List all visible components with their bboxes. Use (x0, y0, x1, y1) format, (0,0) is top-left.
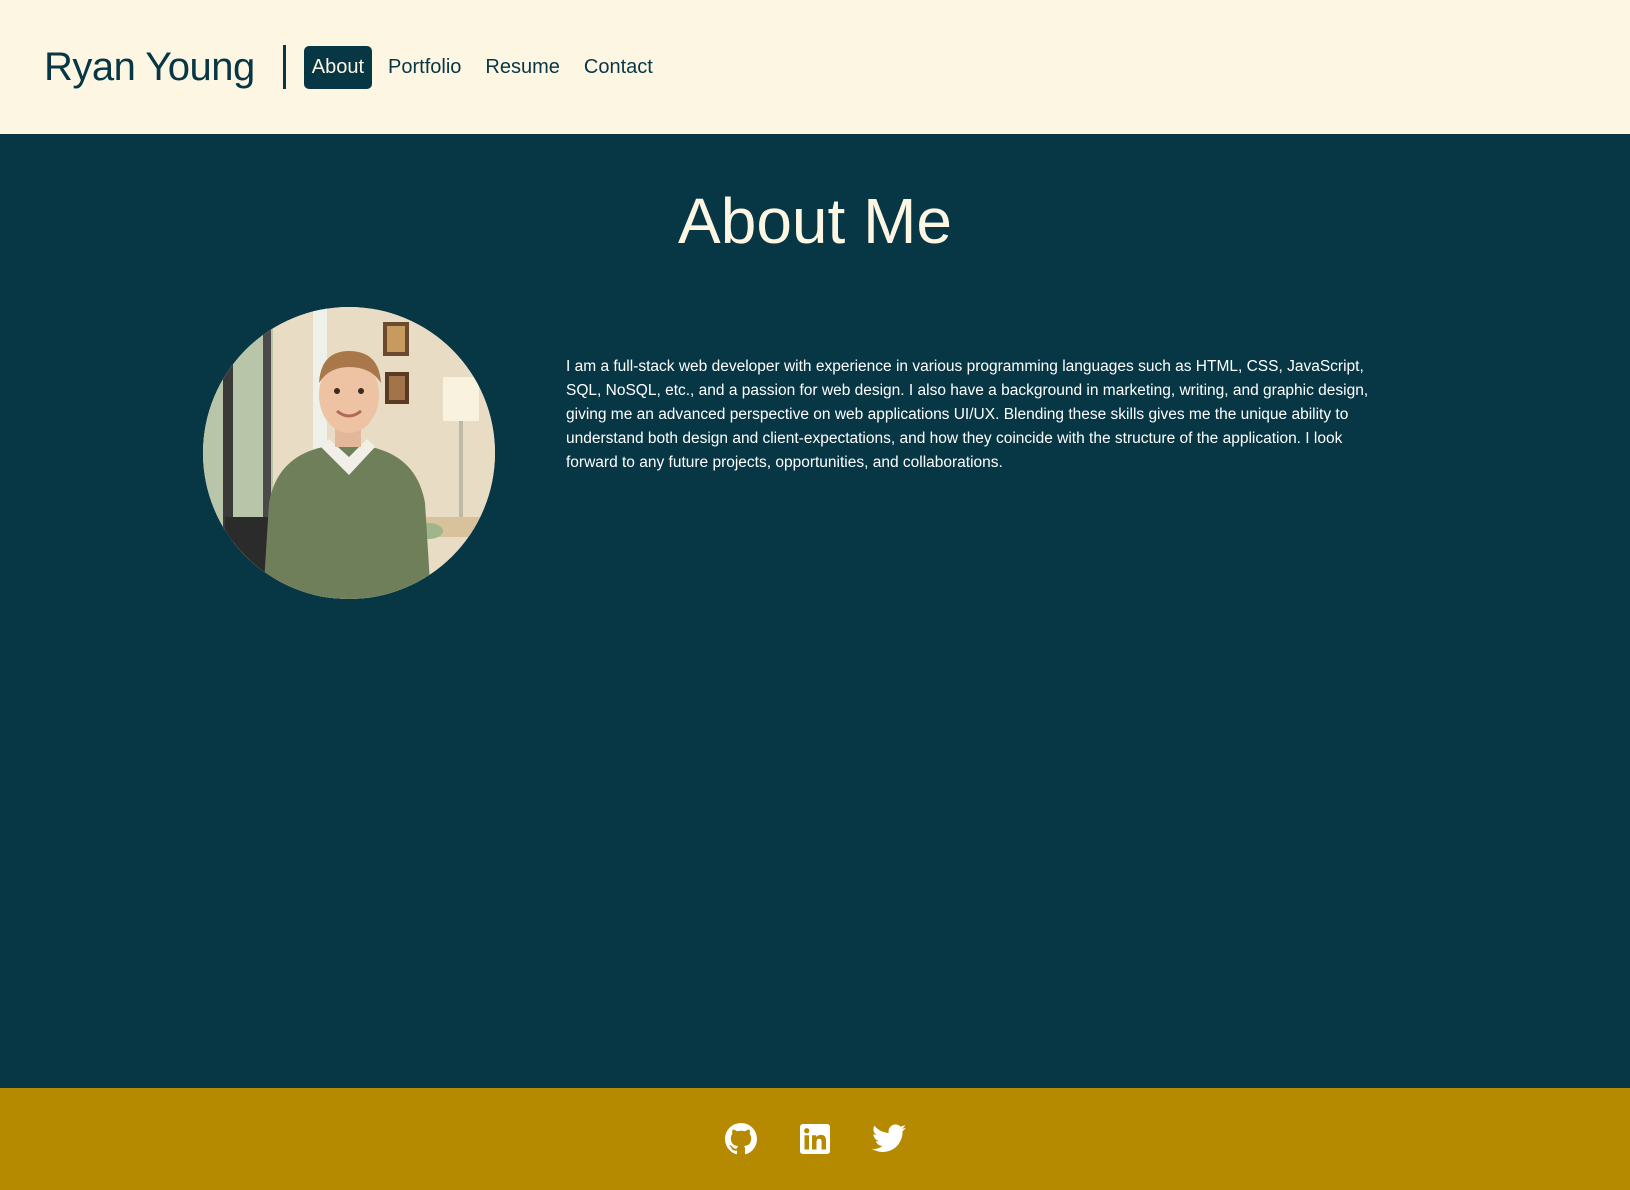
main-nav: About Portfolio Resume Contact (303, 45, 661, 89)
page-title: About Me (678, 185, 952, 257)
header-divider (282, 45, 286, 89)
nav-about[interactable]: About (303, 45, 373, 89)
github-icon[interactable] (724, 1122, 758, 1156)
nav-portfolio[interactable]: Portfolio (380, 46, 469, 89)
nav-resume[interactable]: Resume (477, 46, 567, 89)
bio-text: I am a full-stack web developer with exp… (566, 358, 1369, 471)
linkedin-icon[interactable] (798, 1122, 832, 1156)
brand-name[interactable]: Ryan Young (44, 45, 255, 90)
site-header: Ryan Young About Portfolio Resume Contac… (0, 0, 1630, 134)
about-section: About Me I am a full-stack web developer… (0, 134, 1630, 1088)
twitter-icon[interactable] (872, 1122, 906, 1156)
profile-photo (203, 307, 495, 599)
site-footer (0, 1088, 1630, 1190)
nav-contact[interactable]: Contact (576, 46, 661, 89)
